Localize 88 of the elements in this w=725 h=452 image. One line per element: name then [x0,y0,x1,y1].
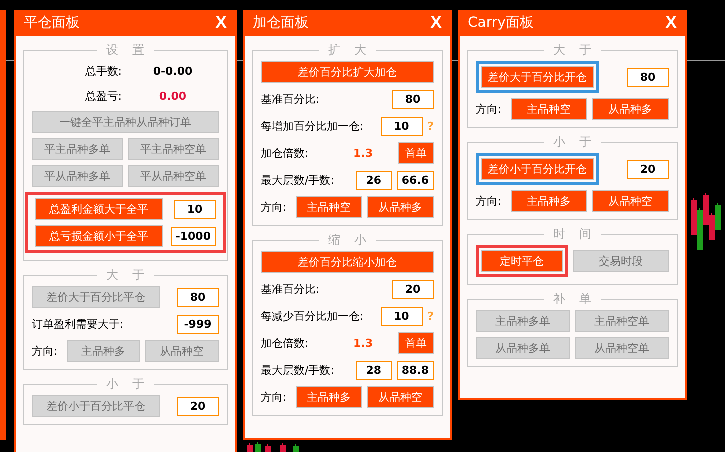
section-legend: 小 于 [544,134,602,151]
action-button[interactable]: 主品种多 [66,340,140,362]
value-field[interactable]: 66.6 [396,170,434,190]
action-button[interactable]: 主品种多 [510,190,588,212]
candlestick [265,444,271,452]
value-field[interactable]: 20 [392,280,434,298]
action-button[interactable]: 从品种空单 [575,337,669,359]
close-button[interactable]: X [216,13,227,33]
value-field[interactable]: 28 [356,360,392,380]
action-button[interactable]: 主品种多 [296,386,362,408]
value-field[interactable]: -1000 [170,226,216,246]
candlestick [255,442,261,452]
value-field[interactable]: -999 [177,314,219,334]
field-label: 订单盈利需要大于: [32,316,124,332]
action-button[interactable]: 主品种空 [296,196,362,218]
value-field[interactable]: 26 [356,170,392,190]
stat-label: 总盈亏: [84,88,122,104]
action-button[interactable]: 首单 [398,332,434,354]
action-button[interactable]: 主品种多单 [476,310,570,332]
multiplier-value: 1.3 [354,336,373,350]
close-button[interactable]: X [430,13,442,33]
action-button[interactable]: 从品种多 [367,196,434,218]
window-title: Carry面板 [468,14,534,32]
direction-label: 方向: [261,200,287,214]
action-button[interactable]: 平从品种多单 [32,165,123,187]
multiplier-value: 1.3 [354,146,373,160]
action-button[interactable]: 一键全平主品种从品种订单 [32,111,219,133]
action-button[interactable]: 主品种空单 [575,310,669,332]
action-button[interactable]: 从品种空 [592,190,669,212]
action-button[interactable]: 主品种空 [510,98,588,120]
field-label: 加仓倍数: [261,336,309,350]
action-button[interactable]: 差价小于百分比开仓 [481,158,594,180]
direction-label: 方向: [32,344,58,358]
action-button[interactable]: 差价百分比扩大加仓 [261,61,434,83]
action-button[interactable]: 总盈利金额大于全平 [35,198,163,220]
field-label: 每减少百分比加一仓: [261,308,364,324]
section-legend: 扩 大 [318,42,376,59]
field-label: 基准百分比: [261,282,320,296]
candlestick [247,442,253,452]
direction-label: 方向: [261,390,287,404]
section-legend: 补 单 [544,291,602,308]
section-legend: 缩 小 [318,232,376,249]
section-legend: 大 于 [544,42,602,59]
action-button[interactable]: 差价小于百分比平仓 [32,395,160,417]
action-button[interactable]: 差价大于百分比开仓 [481,66,594,88]
action-button[interactable]: 从品种多单 [476,337,570,359]
section-legend: 时 间 [544,226,602,243]
close-button[interactable]: X [666,13,677,33]
section-legend: 设 置 [96,42,154,59]
action-button[interactable]: 定时平仓 [481,250,563,272]
direction-label: 方向: [476,102,502,116]
value-field[interactable]: 10 [380,116,423,136]
stat-value: 0.00 [158,90,188,102]
window-title: 平仓面板 [24,14,80,32]
field-label: 最大层数/手数: [261,362,334,378]
action-button[interactable]: 从品种多 [592,98,669,120]
stat-value: 0-0.00 [152,64,194,78]
action-button[interactable]: 从品种空 [145,340,219,362]
value-field[interactable]: 80 [627,68,669,86]
value-field[interactable]: 10 [174,200,216,218]
field-label: 基准百分比: [261,92,320,106]
action-button[interactable]: 平主品种空单 [128,138,219,160]
section-legend: 小 于 [96,376,154,393]
action-button[interactable]: 首单 [398,142,434,164]
window-title: 加仓面板 [253,14,309,32]
action-button[interactable]: 平从品种空单 [128,165,219,187]
action-button[interactable]: 差价大于百分比平仓 [32,286,160,308]
candlestick [280,442,286,452]
value-field[interactable]: 88.8 [396,360,434,380]
stat-label: 总手数: [84,64,122,78]
direction-label: 方向: [476,194,502,208]
action-button[interactable]: 平主品种多单 [32,138,123,160]
action-button[interactable]: 差价百分比缩小加仓 [261,251,434,273]
action-button[interactable]: 总亏损金额小于全平 [35,225,163,247]
field-label: 每增加百分比加一仓: [261,118,364,134]
value-field[interactable]: 20 [627,160,669,178]
value-field[interactable]: 80 [177,288,219,306]
section-legend: 大 于 [96,267,154,284]
action-button[interactable]: 从品种空 [367,386,434,408]
value-field[interactable]: 10 [380,306,423,326]
help-mark[interactable]: ? [428,120,434,132]
field-label: 加仓倍数: [261,146,309,160]
field-label: 最大层数/手数: [261,172,334,188]
value-field[interactable]: 20 [177,396,219,416]
candlestick [293,444,299,452]
action-button[interactable]: 交易时段 [573,250,669,272]
help-mark[interactable]: ? [428,310,434,322]
value-field[interactable]: 80 [392,90,434,108]
